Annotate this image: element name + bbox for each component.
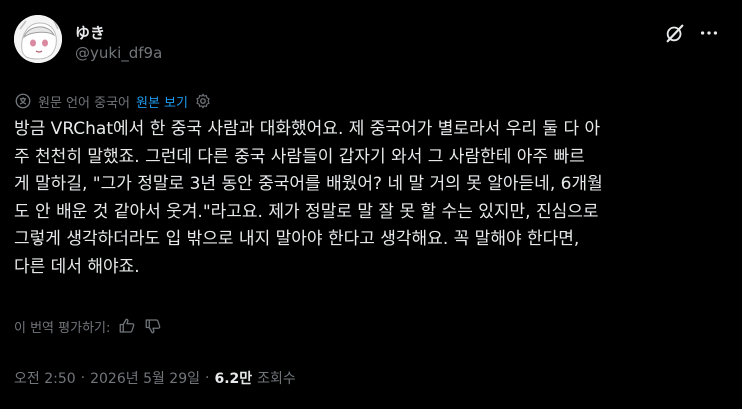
translation-source-label: 원문 언어 중국어 bbox=[38, 95, 130, 111]
view-count-label: 조회수 bbox=[257, 371, 296, 387]
thumbs-up-icon[interactable] bbox=[118, 317, 136, 335]
avatar[interactable] bbox=[14, 15, 62, 63]
post-meta: 오전 2:50 · 2026년 5월 29일 · 6.2만 조회수 bbox=[14, 367, 296, 389]
grok-icon[interactable] bbox=[664, 22, 686, 44]
post-text: 방금 VRChat에서 한 중국 사람과 대화했어요. 제 중국어가 별로라서 … bbox=[14, 119, 603, 277]
avatar-image bbox=[14, 15, 62, 63]
rating-label: 이 번역 평가하기: bbox=[14, 320, 111, 336]
translation-rating: 이 번역 평가하기: bbox=[14, 315, 162, 337]
translate-icon bbox=[15, 93, 31, 109]
post-date[interactable]: 2026년 5월 29일 bbox=[90, 368, 200, 388]
more-icon[interactable] bbox=[698, 22, 720, 44]
view-original-link[interactable]: 원본 보기 bbox=[136, 92, 188, 111]
gear-icon[interactable] bbox=[194, 92, 212, 110]
thumbs-down-icon[interactable] bbox=[144, 317, 162, 335]
author-name[interactable]: ゆき bbox=[75, 22, 105, 43]
post-time[interactable]: 오전 2:50 bbox=[14, 368, 76, 388]
meta-separator: · bbox=[80, 370, 86, 386]
author-handle[interactable]: @yuki_df9a bbox=[75, 44, 162, 62]
translation-bar: 원문 언어 중국어 원본 보기 bbox=[14, 91, 212, 111]
meta-separator: · bbox=[205, 370, 210, 386]
view-count: 6.2만 bbox=[214, 371, 253, 387]
